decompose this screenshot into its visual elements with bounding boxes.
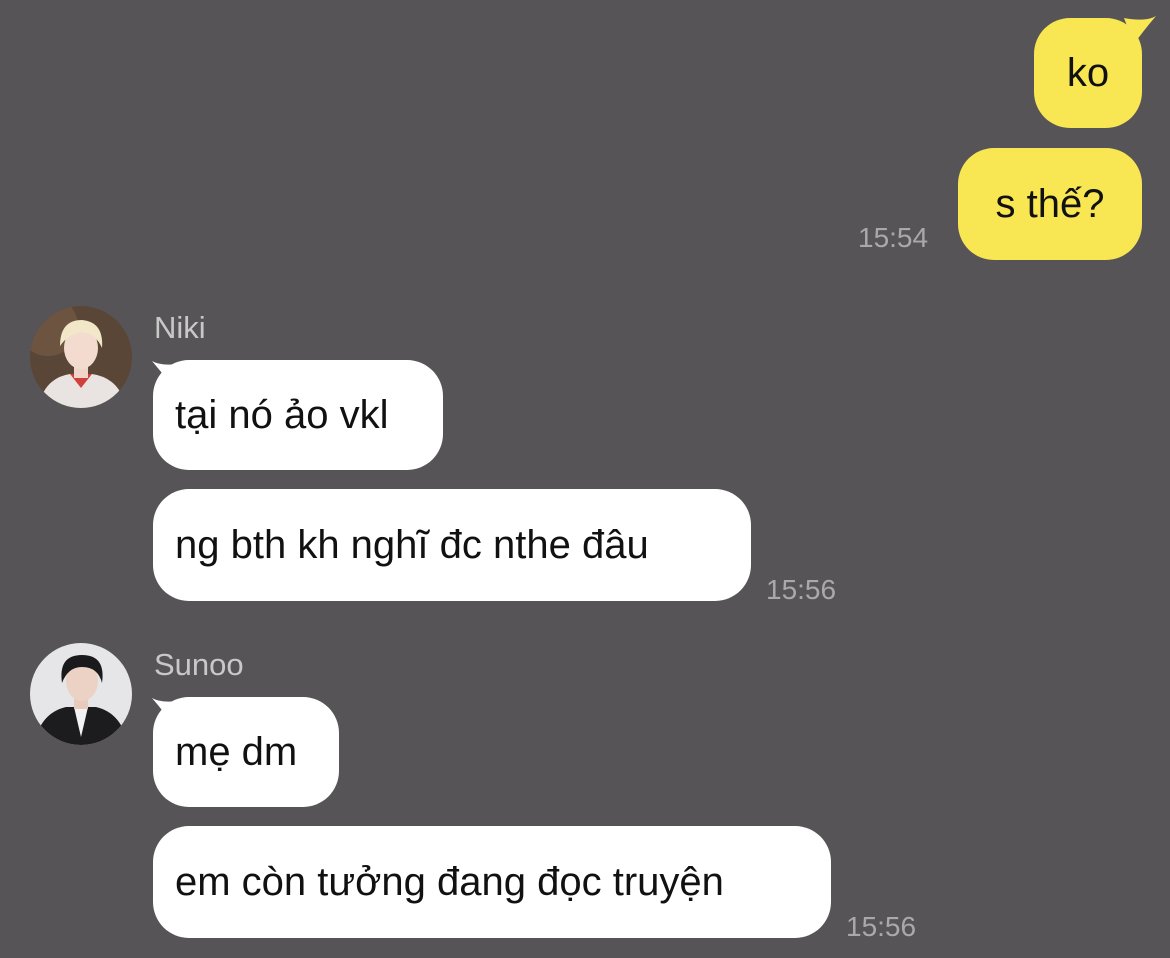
message-text: s thế?	[995, 182, 1105, 226]
avatar[interactable]	[30, 643, 132, 745]
message-timestamp: 15:54	[858, 222, 929, 253]
incoming-message-bubble[interactable]: mẹ dm	[153, 697, 339, 807]
message-text: ng bth kh nghĩ đc nthe đâu	[175, 523, 649, 567]
message-text: tại nó ảo vkl	[175, 393, 389, 437]
outgoing-message-bubble[interactable]: s thế?	[958, 148, 1142, 260]
sender-name: Sunoo	[154, 647, 244, 682]
incoming-message-bubble[interactable]: tại nó ảo vkl	[153, 360, 443, 470]
avatar-photo-icon	[30, 643, 132, 745]
avatar[interactable]	[30, 306, 132, 408]
incoming-message-bubble[interactable]: em còn tưởng đang đọc truyện	[153, 826, 831, 938]
outgoing-message-bubble[interactable]: ko	[1034, 18, 1142, 128]
message-text: em còn tưởng đang đọc truyện	[175, 860, 724, 904]
message-timestamp: 15:56	[846, 911, 917, 942]
message-text: mẹ dm	[175, 730, 298, 774]
avatar-photo-icon	[30, 306, 132, 408]
message-text: ko	[1066, 51, 1110, 95]
message-timestamp: 15:56	[766, 574, 837, 605]
sender-name: Niki	[154, 310, 206, 345]
incoming-message-bubble[interactable]: ng bth kh nghĩ đc nthe đâu	[153, 489, 751, 601]
